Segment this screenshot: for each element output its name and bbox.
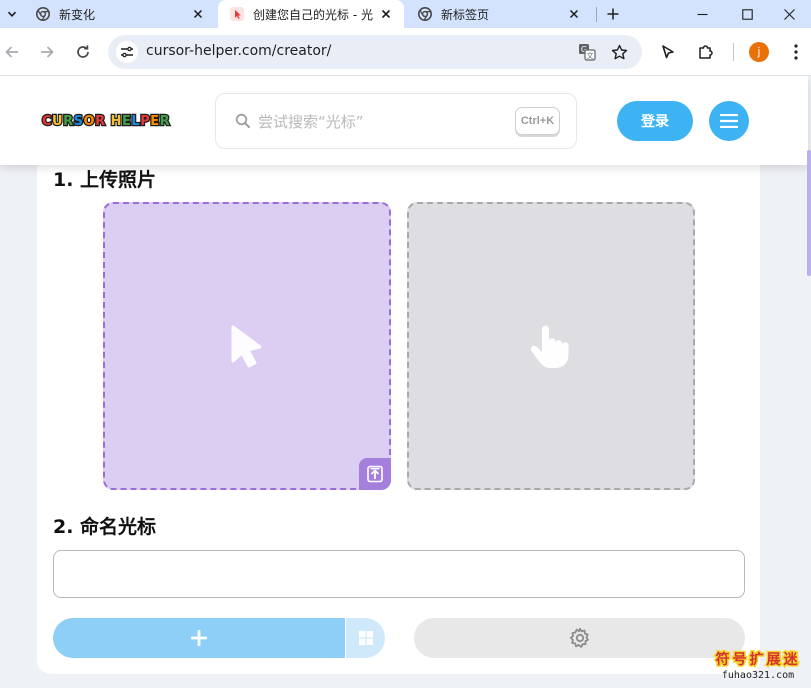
logo-letter: P	[139, 112, 151, 130]
add-cursor-button[interactable]	[53, 618, 345, 658]
cursor-name-input[interactable]	[53, 550, 745, 598]
search-box[interactable]: 尝试搜索“光标” Ctrl+K	[215, 93, 577, 149]
maximize-icon	[741, 8, 753, 20]
name-section-title: 2. 命名光标	[53, 516, 157, 538]
reload-icon	[77, 45, 89, 58]
new-tab-button[interactable]	[602, 3, 624, 25]
watermark-title: 符号扩展迷	[714, 651, 801, 670]
login-button[interactable]: 登录	[617, 101, 693, 141]
hamburger-icon	[720, 114, 738, 128]
star-icon	[611, 44, 627, 59]
tab-title: 新标签页	[441, 7, 490, 22]
logo-letter: R	[94, 112, 106, 130]
logo-letter: S	[72, 112, 84, 130]
search-icon	[235, 113, 250, 128]
reload-button[interactable]	[71, 40, 95, 64]
browser-toolbar: cursor-helper.com/creator/ G文 j	[0, 28, 811, 76]
tab-title: 创建您自己的光标 - 光	[253, 7, 373, 22]
logo-letter: U	[51, 112, 64, 130]
chrome-icon	[418, 7, 432, 21]
address-bar[interactable]: cursor-helper.com/creator/ G文	[108, 35, 642, 69]
tune-icon	[121, 46, 133, 58]
close-tab-icon[interactable]	[566, 6, 582, 22]
tab-strip: 新变化 创建您自己的光标 - 光 新标签页	[0, 0, 811, 28]
close-window-button[interactable]	[767, 0, 811, 28]
profile-avatar[interactable]: j	[749, 42, 769, 62]
normal-cursor-dropzone[interactable]	[103, 202, 391, 490]
windows-download-button[interactable]	[346, 618, 385, 658]
watermark-url: fuhao321.com	[721, 670, 795, 681]
cursor-helper-logo[interactable]: CURSOR HELPER	[41, 112, 171, 130]
translate-button[interactable]: G文	[577, 42, 597, 62]
close-tab-icon[interactable]	[190, 6, 206, 22]
url-text[interactable]: cursor-helper.com/creator/	[146, 43, 331, 59]
plus-icon	[191, 630, 207, 646]
menu-button[interactable]	[709, 101, 749, 141]
pointer-cursor-dropzone[interactable]	[407, 202, 695, 490]
site-watermark: 符号扩展迷 fuhao321.com	[710, 649, 806, 682]
extensions-button[interactable]	[694, 40, 718, 64]
logo-letter: R	[62, 112, 74, 130]
close-icon	[783, 8, 795, 20]
cursor-arrow-icon	[662, 45, 674, 59]
chevron-down-icon	[7, 11, 17, 17]
logo-letter: R	[158, 112, 171, 130]
search-placeholder: 尝试搜索“光标”	[258, 113, 364, 131]
logo-letter: O	[82, 112, 96, 130]
back-button[interactable]	[0, 40, 24, 64]
windows-icon	[358, 631, 373, 645]
upload-button[interactable]	[359, 458, 391, 490]
toolbar-divider	[733, 43, 734, 61]
logo-letter: E	[149, 112, 160, 130]
plus-icon	[607, 8, 619, 20]
arrow-cursor-icon	[231, 325, 262, 368]
minimize-window-button[interactable]	[680, 0, 724, 28]
translate-icon: G文	[579, 44, 596, 61]
close-tab-icon[interactable]	[378, 6, 394, 22]
logo-letter: L	[130, 112, 141, 130]
puzzle-icon	[699, 45, 713, 59]
upload-section-title: 1. 上传照片	[53, 169, 157, 191]
side-scroll-accent	[807, 150, 811, 276]
tab-new-tab[interactable]: 新标签页	[406, 0, 592, 28]
cursor-extension-button[interactable]	[656, 40, 680, 64]
hand-pointer-icon	[530, 325, 569, 368]
maximize-window-button[interactable]	[725, 0, 769, 28]
tab-whats-new[interactable]: 新变化	[24, 0, 216, 28]
cursor-helper-favicon	[230, 7, 244, 21]
tab-title: 新变化	[59, 7, 96, 22]
logo-letter: C	[41, 112, 53, 130]
tab-divider	[596, 7, 597, 22]
chrome-icon	[36, 7, 50, 21]
browser-menu-button[interactable]	[784, 40, 808, 64]
minimize-icon	[697, 13, 707, 15]
search-shortcut-hint: Ctrl+K	[515, 107, 560, 135]
logo-letter: H	[109, 112, 122, 130]
gear-icon	[569, 627, 589, 648]
site-info-button[interactable]	[116, 41, 138, 63]
more-vertical-icon	[794, 44, 798, 60]
arrow-right-icon	[41, 46, 54, 58]
page-content: CURSOR HELPER 尝试搜索“光标” Ctrl+K 登录 1. 上传照片…	[0, 76, 811, 688]
settings-button[interactable]	[414, 618, 745, 658]
logo-letter: E	[121, 112, 132, 130]
tab-search-button[interactable]	[0, 0, 24, 28]
tab-cursor-creator[interactable]: 创建您自己的光标 - 光	[218, 0, 404, 28]
arrow-left-icon	[5, 46, 18, 58]
svg-text:文: 文	[587, 51, 594, 60]
bookmark-button[interactable]	[609, 42, 629, 62]
site-header: CURSOR HELPER 尝试搜索“光标” Ctrl+K 登录	[0, 76, 808, 165]
upload-arrow-icon	[367, 465, 383, 483]
forward-button[interactable]	[35, 40, 59, 64]
